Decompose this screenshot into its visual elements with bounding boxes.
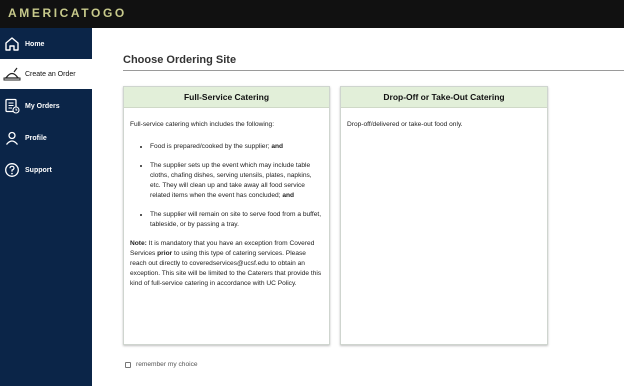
orders-list-icon bbox=[3, 97, 21, 115]
card-body: Full-service catering which includes the… bbox=[124, 108, 329, 289]
drop-off-catering-card[interactable]: Drop-Off or Take-Out Catering Drop-off/d… bbox=[340, 86, 548, 345]
note-label: Note: bbox=[130, 240, 147, 247]
page-title: Choose Ordering Site bbox=[123, 54, 237, 66]
full-service-catering-card[interactable]: Full-Service Catering Full-service cater… bbox=[123, 86, 330, 345]
sidebar-item-label: Support bbox=[25, 166, 52, 174]
remember-checkbox[interactable] bbox=[125, 361, 131, 368]
brand-logo[interactable]: AMERICATOGO bbox=[8, 6, 127, 20]
sidebar-item-home[interactable]: Home bbox=[0, 29, 92, 59]
note-strong: prior bbox=[157, 250, 173, 257]
top-bar: AMERICATOGO bbox=[0, 0, 624, 28]
list-item-strong: and bbox=[282, 192, 295, 199]
sidebar-item-label: Create an Order bbox=[25, 70, 76, 78]
food-tray-icon bbox=[3, 65, 21, 83]
sidebar-item-label: My Orders bbox=[25, 102, 60, 110]
card-body: Drop-off/delivered or take-out food only… bbox=[341, 108, 547, 130]
card-heading: Full-Service Catering bbox=[124, 87, 329, 108]
home-icon bbox=[3, 35, 21, 53]
list-item: The supplier sets up the event which may… bbox=[150, 161, 323, 201]
sidebar-item-my-orders[interactable]: My Orders bbox=[0, 91, 92, 121]
list-item: The supplier will remain on site to serv… bbox=[150, 210, 323, 230]
sidebar-item-support[interactable]: Support bbox=[0, 155, 92, 185]
title-divider bbox=[123, 70, 624, 71]
sidebar-item-profile[interactable]: Profile bbox=[0, 123, 92, 153]
sidebar: Home Create an Order My Orders Profile S… bbox=[0, 28, 92, 386]
main-content: Choose Ordering Site Full-Service Cateri… bbox=[92, 28, 624, 386]
sidebar-item-label: Home bbox=[25, 40, 45, 48]
remember-label[interactable]: remember my choice bbox=[136, 361, 198, 368]
sidebar-item-create-order[interactable]: Create an Order bbox=[0, 59, 92, 89]
list-item-text: The supplier will remain on site to serv… bbox=[150, 211, 322, 228]
sidebar-item-label: Profile bbox=[25, 134, 47, 142]
card-note: Note: It is mandatory that you have an e… bbox=[130, 239, 323, 289]
help-circle-icon bbox=[3, 161, 21, 179]
card-heading: Drop-Off or Take-Out Catering bbox=[341, 87, 547, 108]
user-icon bbox=[3, 129, 21, 147]
list-item-text: Food is prepared/cooked by the supplier; bbox=[150, 143, 270, 150]
card-intro: Full-service catering which includes the… bbox=[130, 121, 275, 128]
card-description: Drop-off/delivered or take-out food only… bbox=[347, 121, 463, 128]
remember-choice[interactable]: remember my choice bbox=[125, 361, 198, 368]
service-list: Food is prepared/cooked by the supplier;… bbox=[130, 142, 323, 230]
list-item-strong: and bbox=[271, 143, 284, 150]
list-item: Food is prepared/cooked by the supplier;… bbox=[150, 142, 323, 152]
